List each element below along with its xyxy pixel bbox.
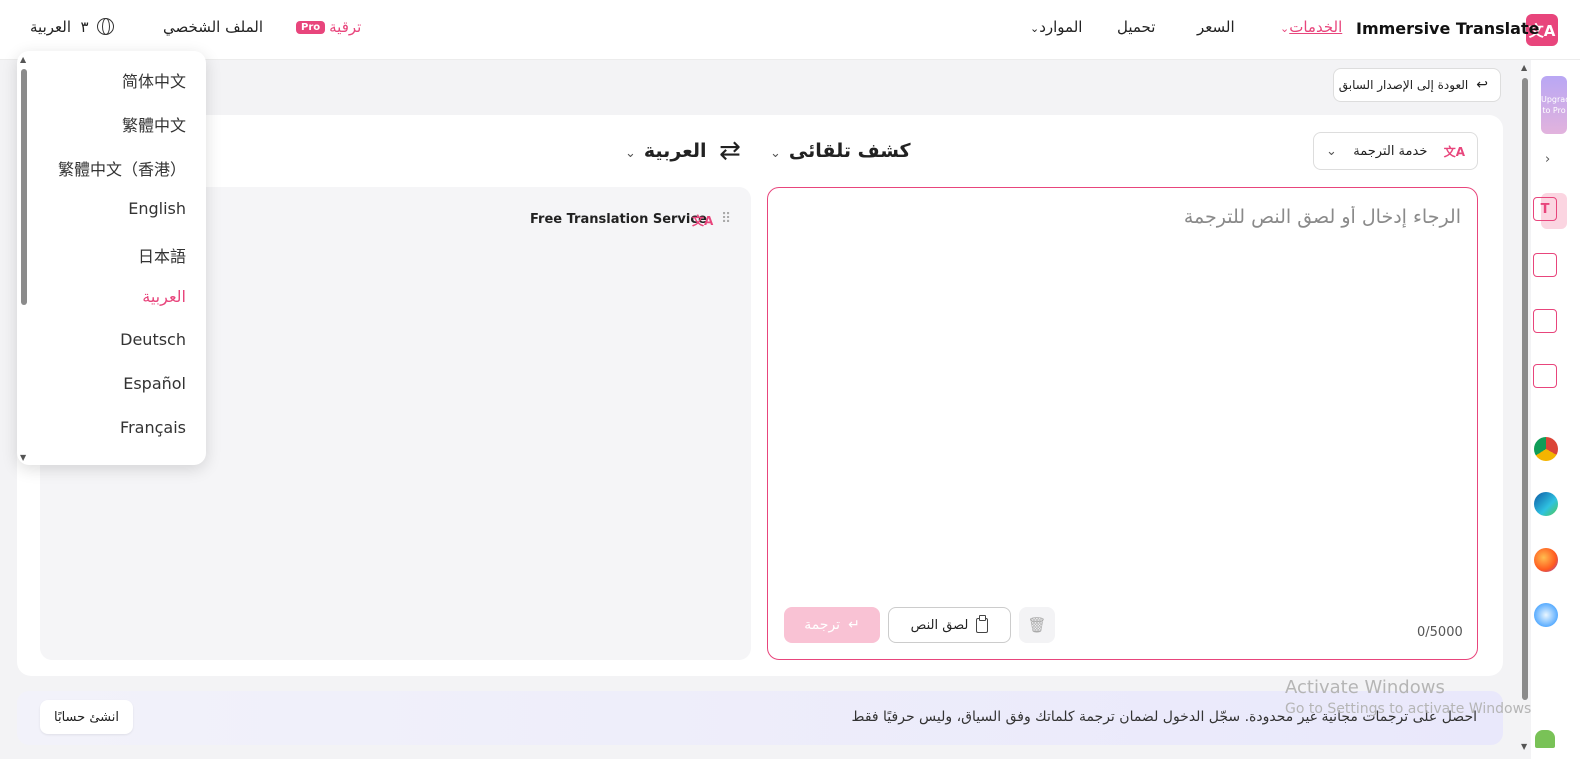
activate-windows-title: Activate Windows [1285,677,1445,698]
enter-arrow-icon: ↵ [848,617,860,633]
clipboard-icon [976,614,989,633]
pdf-translate-icon[interactable] [1533,253,1557,277]
dropdown-item[interactable]: English [128,199,186,218]
page-scrollbar[interactable]: ▲ ▼ [1520,63,1530,751]
dropdown-item[interactable]: 繁體中文 [122,112,186,136]
drag-handle-icon[interactable]: ⠿ [721,211,731,227]
globe-icon [96,18,114,35]
target-language-selector[interactable]: ⌄ العربية [623,140,707,162]
trash-icon: 🗑 [1027,616,1047,634]
nav-profile[interactable]: الملف الشخصي [163,18,263,36]
chrome-icon[interactable] [1534,437,1558,461]
nav-download[interactable]: تحميل [1117,18,1155,36]
dropdown-item[interactable]: 日本語 [138,243,186,267]
extension-sidebar [1531,60,1580,759]
create-account-button[interactable]: انشئ حسابًا [40,700,133,734]
top-navigation: 文A Immersive Translate ⌄الخدمات السعر تح… [0,0,1580,60]
dropdown-item-selected[interactable]: العربية [142,287,186,306]
scroll-down-icon[interactable]: ▼ [1521,742,1527,751]
chevron-down-icon: ⌄ [1030,22,1040,35]
language-dropdown: ▲ ▼ 简体中文 繁體中文 繁體中文（香港） English 日本語 العرب… [17,51,206,465]
chevron-down-icon: ⌄ [1280,22,1290,35]
nav-price[interactable]: السعر [1197,18,1235,36]
nav-resources[interactable]: ⌄الموارد [1028,18,1082,36]
dropdown-scrollbar-thumb[interactable] [21,69,27,305]
translation-service-selector[interactable]: ⌄ خدمة الترجمة 文A [1313,132,1478,170]
apple-icon[interactable] [1533,672,1557,696]
safari-icon[interactable] [1534,603,1558,627]
nav-upgrade[interactable]: Pro ترقية [296,18,361,36]
translate-button[interactable]: ترجمة ↵ [784,607,880,643]
back-to-previous-version-button[interactable]: العودة إلى الإصدار السابق ↩ [1333,68,1501,102]
nav-services[interactable]: ⌄الخدمات [1278,18,1342,36]
input-panel [767,187,1478,660]
text-translate-icon[interactable]: T [1533,197,1557,221]
character-count: 0/5000 [1417,625,1463,640]
scroll-up-icon[interactable]: ▲ [1521,63,1527,72]
brand-name[interactable]: Immersive Translate [1356,19,1539,38]
dropdown-item[interactable]: Français [120,418,186,437]
activate-windows-subtitle: Go to Settings to activate Windows. [1285,701,1536,717]
return-arrow-icon: ↩ [1476,77,1488,93]
dropdown-scrollbar[interactable]: ▲ ▼ [20,55,28,462]
dropdown-item[interactable]: 繁體中文（香港） [58,156,186,180]
clear-text-button[interactable]: 🗑 [1019,607,1055,643]
dropdown-item[interactable]: 简体中文 [122,68,186,92]
source-text-input[interactable] [801,206,1461,228]
upgrade-to-pro-pill[interactable]: Upgrade to Pro [1541,76,1567,134]
firefox-icon[interactable] [1534,548,1558,572]
android-icon[interactable] [1535,730,1555,748]
chevron-down-icon: ⌄ [1326,143,1337,159]
collapse-chevron-icon[interactable]: › [1545,152,1550,167]
chevron-down-icon: ⌄ [770,146,781,161]
paste-text-button[interactable]: لصق النص [888,607,1011,643]
chevron-down-icon: ⌄ [625,146,636,161]
source-language-selector[interactable]: ⌄ كشف تلقائى [768,140,911,162]
signup-banner: احصل على ترجمات مجانية غير محدودة. سجّل … [17,691,1503,745]
pro-badge: Pro [296,21,326,34]
translate-logo-icon: 文A [1443,144,1465,159]
result-service-name: Free Translation Service [530,212,707,227]
scrollbar-thumb[interactable] [1522,78,1528,700]
translate-logo-icon: 文A [692,214,714,228]
edge-icon[interactable] [1534,492,1558,516]
scroll-down-icon[interactable]: ▼ [20,453,26,462]
language-switch[interactable]: ٣ العربية [30,18,114,36]
image-translate-icon[interactable] [1533,364,1557,388]
dropdown-item[interactable]: Español [123,374,186,393]
scroll-up-icon[interactable]: ▲ [20,55,26,64]
video-translate-icon[interactable] [1533,309,1557,333]
swap-languages-icon[interactable]: ⇄ [719,136,741,166]
dropdown-item[interactable]: Deutsch [120,330,186,349]
